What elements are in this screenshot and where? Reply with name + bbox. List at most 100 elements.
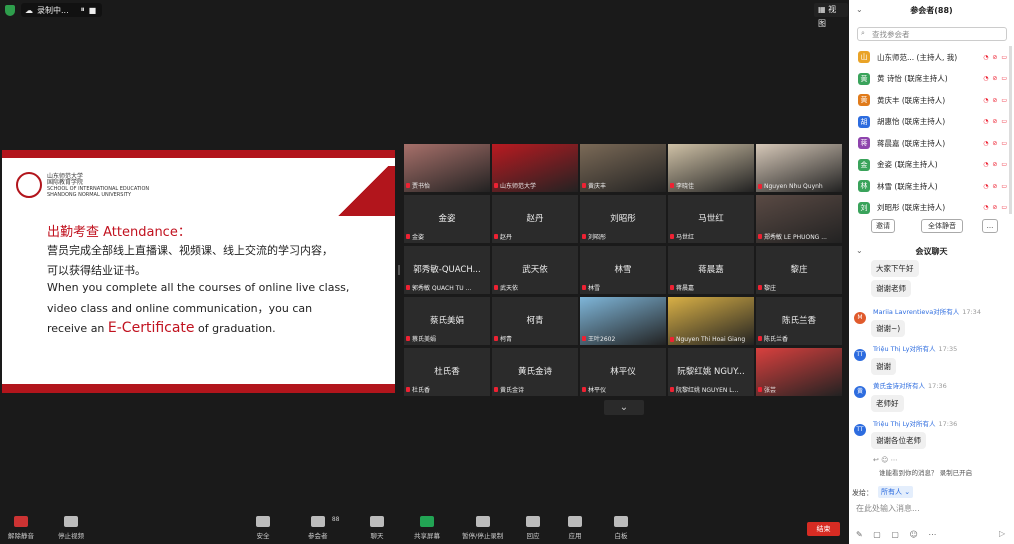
- tile-label-text: 李晓佳: [676, 183, 695, 190]
- toolbar-chat-button[interactable]: 聊天: [370, 516, 384, 540]
- search-icon: ⌕: [861, 29, 865, 37]
- video-tile[interactable]: 郭秀敏-QUACH... 郭秀敏 QUACH TU ...: [404, 246, 490, 294]
- e-certificate-text: E-Certificate: [107, 320, 195, 336]
- avatar: 黄: [858, 72, 870, 85]
- participant-row[interactable]: 林林雪 (联席主持人) ◔ ⊘ ▭: [858, 176, 1008, 196]
- mic-muted-icon: [758, 234, 762, 239]
- more-options-button[interactable]: ...: [982, 219, 998, 233]
- stop-icon[interactable]: ■: [89, 6, 97, 15]
- mic-muted-icon: [670, 387, 674, 392]
- reaction-icons[interactable]: ↩ ☺ ⋯: [873, 456, 898, 464]
- tile-name: 武天依: [522, 265, 548, 275]
- toolbar-mic-muted-button[interactable]: 解除静音: [8, 516, 34, 540]
- video-tile[interactable]: 武天依 武天依: [492, 246, 578, 294]
- send-to-select[interactable]: 所有人 ⌄: [878, 486, 914, 498]
- video-tile[interactable]: Nguyen Nhu Quynh: [756, 144, 842, 192]
- university-name: 山东师范大学 国际教育学院 SCHOOL OF INTERNATIONAL ED…: [47, 174, 149, 199]
- video-tile[interactable]: Nguyen Thi Hoai Giang: [668, 297, 754, 345]
- slide-bottom-bar: [2, 384, 395, 393]
- tile-label: 林雪: [582, 283, 664, 292]
- video-tile[interactable]: 蔡氏美娟 蔡氏美娟: [404, 297, 490, 345]
- mic-muted-icon: [758, 285, 762, 290]
- participant-name: 胡惠怡 (联席主持人): [877, 117, 946, 126]
- toolbar-video-button[interactable]: 停止视频: [58, 516, 84, 540]
- toolbar-record-button[interactable]: 暂停/停止录制: [462, 516, 503, 540]
- video-tile[interactable]: 刘昭彤 刘昭彤: [580, 195, 666, 243]
- participant-scrollbar[interactable]: [1009, 46, 1012, 214]
- security-shield-icon[interactable]: [5, 5, 15, 16]
- view-button[interactable]: ▦ 视图: [814, 3, 848, 28]
- participant-row[interactable]: 金金姿 (联席主持人) ◔ ⊘ ▭: [858, 155, 1008, 175]
- video-tile[interactable]: 蒋晨嘉 蒋晨嘉: [668, 246, 754, 294]
- participant-name: 山东师范... (主持人, 我): [877, 52, 958, 62]
- tile-label: 贾书怡: [406, 181, 488, 190]
- tile-label: 黄氏金诗: [494, 385, 576, 394]
- video-tile[interactable]: 杜氏香 杜氏香: [404, 348, 490, 396]
- participant-count: 88: [331, 516, 340, 523]
- video-tile[interactable]: 黄氏金诗 黄氏金诗: [492, 348, 578, 396]
- video-tile[interactable]: 李晓佳: [668, 144, 754, 192]
- mic-muted-icon: [670, 234, 674, 239]
- video-tile[interactable]: 马世红 马世红: [668, 195, 754, 243]
- chat-icon: [370, 516, 384, 527]
- toolbar-participants-button[interactable]: 参会者 88: [308, 516, 340, 540]
- tile-label-text: 郭秀敏 QUACH TU ...: [412, 285, 472, 292]
- video-tile[interactable]: 贾书怡: [404, 144, 490, 192]
- video-tile[interactable]: 赵丹 赵丹: [492, 195, 578, 243]
- tile-label-text: Nguyen Thi Hoai Giang: [676, 336, 746, 343]
- split-handle[interactable]: [398, 265, 400, 275]
- mic-muted-icon: [670, 285, 674, 290]
- participant-search-input[interactable]: 查找参会者: [857, 27, 1007, 41]
- participant-name: 黄庆丰 (联席主持人): [877, 95, 946, 105]
- video-tile[interactable]: 黎庄 黎庄: [756, 246, 842, 294]
- tile-label: 山东师范大学: [494, 181, 576, 190]
- tile-label: 李晓佳: [670, 181, 752, 190]
- grid-chevron-down-icon[interactable]: ⌄: [604, 400, 644, 415]
- chat-input[interactable]: 在此处输入消息...: [856, 503, 920, 514]
- mute-all-button[interactable]: 全体静音: [921, 219, 963, 233]
- video-tile[interactable]: 林平仪 林平仪: [580, 348, 666, 396]
- video-tile[interactable]: 王叶2602: [580, 297, 666, 345]
- video-tile[interactable]: 阮黎红姚 NGUY... 阮黎红姚 NGUYEN L...: [668, 348, 754, 396]
- chat-tools[interactable]: ✎ ▢ ▢ ☺ ⋯: [856, 530, 940, 539]
- participant-row[interactable]: 黄黄庆丰 (联席主持人) ◔ ⊘ ▭: [858, 90, 1008, 110]
- toolbar-whiteboard-button[interactable]: 白板: [614, 516, 628, 540]
- participant-row[interactable]: 山山东师范... (主持人, 我) ◔ ⊘ ▭: [858, 47, 1008, 67]
- video-tile[interactable]: 山东师范大学: [492, 144, 578, 192]
- video-tile[interactable]: 陈氏兰香 陈氏兰香: [756, 297, 842, 345]
- invite-button[interactable]: 邀请: [871, 219, 895, 233]
- video-tile[interactable]: 林雪 林雪: [580, 246, 666, 294]
- participant-row[interactable]: 刘刘昭彤 (联席主持人) ◔ ⊘ ▭: [858, 198, 1008, 218]
- send-icon[interactable]: ▷: [999, 529, 1005, 538]
- video-tile[interactable]: 黄庆丰: [580, 144, 666, 192]
- participant-row[interactable]: 黄黄 诗怡 (联席主持人) ◔ ⊘ ▭: [858, 69, 1008, 89]
- mic-video-status-icon: ◔ ⊘ ▭: [983, 139, 1008, 147]
- toolbar-shield-button[interactable]: 安全: [256, 516, 270, 540]
- tile-name: 郭秀敏-QUACH...: [413, 265, 481, 275]
- chat-sender: Triệu Thị Ly对所有人 17:36: [873, 418, 957, 428]
- tile-label-text: 山东师范大学: [500, 183, 537, 190]
- pause-icon[interactable]: ⏸: [81, 5, 85, 15]
- tile-label: 黄庆丰: [582, 181, 664, 190]
- tile-label-text: 郑秀敏 LE PHUONG ...: [764, 234, 827, 241]
- participant-row[interactable]: 蒋蒋晨嘉 (联席主持人) ◔ ⊘ ▭: [858, 133, 1008, 153]
- tile-label: 郭秀敏 QUACH TU ...: [406, 283, 488, 292]
- toolbar-apps-button[interactable]: 应用: [568, 516, 582, 540]
- end-meeting-button[interactable]: 结束: [807, 522, 840, 536]
- participant-name: 刘昭彤 (联席主持人): [877, 203, 946, 212]
- video-tile[interactable]: 郑秀敏 LE PHUONG ...: [756, 195, 842, 243]
- tile-name: 马世红: [698, 214, 724, 224]
- participant-row[interactable]: 胡胡惠怡 (联席主持人) ◔ ⊘ ▭: [858, 112, 1008, 132]
- video-tile[interactable]: 金姿 金姿: [404, 195, 490, 243]
- video-tile[interactable]: 张芸: [756, 348, 842, 396]
- avatar: TT: [854, 424, 866, 436]
- video-tile[interactable]: 柯青 柯青: [492, 297, 578, 345]
- chat-sender-name: 黄氏金诗对所有人: [873, 382, 925, 390]
- cloud-icon: ☁: [25, 5, 33, 15]
- shield-icon: [256, 516, 270, 527]
- tile-label: 林平仪: [582, 385, 664, 394]
- mic-video-status-icon: ◔ ⊘ ▭: [983, 53, 1008, 61]
- toolbar-share-screen-button[interactable]: 共享屏幕: [414, 516, 440, 540]
- chat-message: 谢谢各位老师: [871, 432, 926, 449]
- toolbar-reaction-button[interactable]: 回应: [526, 516, 540, 540]
